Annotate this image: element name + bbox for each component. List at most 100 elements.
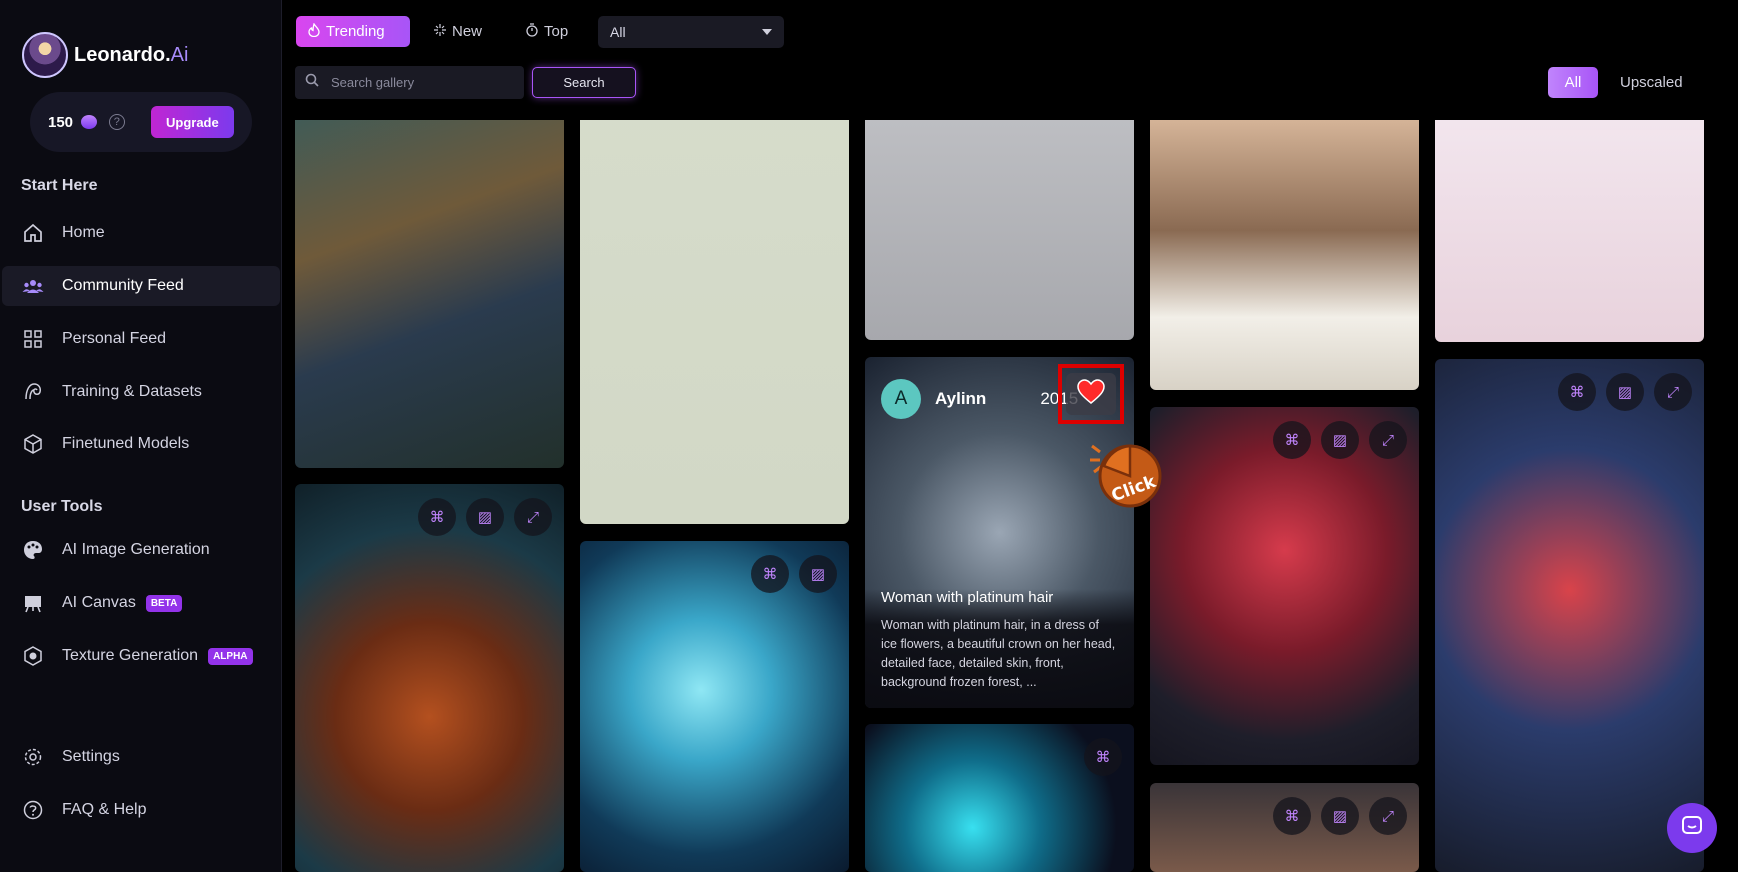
sidebar-item-label: Finetuned Models <box>62 435 190 452</box>
sidebar-item-training-datasets[interactable]: Training & Datasets <box>2 372 280 412</box>
beta-badge: BETA <box>145 594 183 612</box>
sidebar-item-label: Personal Feed <box>62 330 167 347</box>
coin-icon <box>81 115 97 129</box>
gallery-card[interactable]: ⌘ ▨ ⤢ <box>1435 359 1704 872</box>
canvas-icon <box>22 592 44 614</box>
remix-icon[interactable]: ⌘ <box>418 498 456 536</box>
category-select[interactable]: All <box>598 16 784 48</box>
community-icon <box>22 275 44 297</box>
cube-icon <box>22 433 44 455</box>
logo[interactable]: Leonardo.Ai <box>22 32 188 78</box>
top-bar: Trending New Top All Search All Upscaled <box>282 0 1738 120</box>
texture-icon <box>22 645 44 667</box>
sidebar-item-label: Home <box>62 224 105 241</box>
gallery-card[interactable]: ⌘ ▨ ⤢ <box>1150 783 1419 872</box>
sidebar-item-label: Texture Generation <box>62 647 199 664</box>
card-tools: ⌘ ▨ ⤢ <box>1273 797 1407 835</box>
slash-pattern-icon[interactable]: ▨ <box>1321 797 1359 835</box>
sidebar-item-label: Training & Datasets <box>62 383 202 400</box>
search-box <box>295 66 524 99</box>
sidebar-item-texture-generation[interactable]: Texture Generation ALPHA <box>2 636 280 676</box>
expand-icon[interactable]: ⤢ <box>1369 797 1407 835</box>
credits-panel: 150 ? Upgrade <box>30 92 252 152</box>
chevron-down-icon <box>762 29 772 35</box>
timer-icon <box>526 22 538 41</box>
card-description: Woman with platinum hair, in a dress of … <box>881 618 1116 689</box>
remix-icon[interactable]: ⌘ <box>1273 421 1311 459</box>
sidebar-item-ai-canvas[interactable]: AI Canvas BETA <box>2 583 280 623</box>
tab-label: Top <box>544 23 569 40</box>
filter-upscaled-button[interactable]: Upscaled <box>1620 74 1683 91</box>
user-name[interactable]: Aylinn <box>935 389 986 409</box>
expand-icon[interactable]: ⤢ <box>1654 373 1692 411</box>
sidebar-item-home[interactable]: Home <box>2 213 280 253</box>
tab-label: New <box>452 23 483 40</box>
sidebar-item-settings[interactable]: Settings <box>2 737 280 777</box>
sparkle-icon <box>434 23 446 40</box>
like-button-highlight[interactable] <box>1058 364 1124 424</box>
remix-icon[interactable]: ⌘ <box>1273 797 1311 835</box>
card-info: Woman with platinum hair Woman with plat… <box>865 589 1134 708</box>
gallery-card[interactable] <box>1435 100 1704 342</box>
card-tools: ⌘ <box>1084 738 1122 776</box>
card-tools: ⌘ ▨ ⤢ <box>418 498 552 536</box>
sidebar-item-label: Settings <box>62 748 120 765</box>
tab-new[interactable]: New <box>422 16 494 47</box>
click-annotation: Click <box>1090 436 1162 516</box>
card-tools: ⌘ ▨ ⤢ <box>1558 373 1692 411</box>
section-user-tools: User Tools <box>21 498 103 515</box>
slash-pattern-icon[interactable]: ▨ <box>1321 421 1359 459</box>
tab-top[interactable]: Top <box>514 16 580 47</box>
flame-icon <box>308 21 320 41</box>
credits-help-icon[interactable]: ? <box>108 114 125 130</box>
chat-button[interactable] <box>1667 803 1717 853</box>
card-tools: ⌘ ▨ ⤢ <box>1273 421 1407 459</box>
sidebar-item-personal-feed[interactable]: Personal Feed <box>2 319 280 359</box>
help-icon <box>22 799 44 821</box>
sidebar-item-label: AI Canvas <box>62 594 136 611</box>
gallery-card[interactable] <box>580 100 849 524</box>
gear-icon <box>22 746 44 768</box>
tab-label: Trending <box>326 23 385 40</box>
upgrade-button[interactable]: Upgrade <box>150 106 234 138</box>
expand-icon[interactable]: ⤢ <box>1369 421 1407 459</box>
avatar[interactable]: A <box>881 379 921 419</box>
card-title: Woman with platinum hair <box>881 589 1054 606</box>
palette-icon <box>22 539 44 561</box>
home-icon <box>22 222 44 244</box>
card-tools: ⌘ ▨ <box>751 555 837 593</box>
sidebar: Leonardo.Ai 150 ? Upgrade Start Here Hom… <box>0 0 282 872</box>
chat-icon <box>1680 814 1704 843</box>
search-button[interactable]: Search <box>532 67 636 98</box>
gallery-card[interactable]: ⌘ ▨ <box>580 541 849 872</box>
slash-pattern-icon[interactable]: ▨ <box>799 555 837 593</box>
card-user-row: A Aylinn 2015 <box>881 379 1078 419</box>
sidebar-item-community-feed[interactable]: Community Feed <box>2 266 280 306</box>
remix-icon[interactable]: ⌘ <box>1558 373 1596 411</box>
tab-trending[interactable]: Trending <box>296 16 410 47</box>
sidebar-item-finetuned-models[interactable]: Finetuned Models <box>2 424 280 464</box>
sidebar-item-ai-image-generation[interactable]: AI Image Generation <box>2 530 280 570</box>
training-icon <box>22 381 44 403</box>
gallery-card-hovered[interactable]: A Aylinn 2015 Woman with platinum hair W… <box>865 357 1134 708</box>
grid-icon <box>22 328 44 350</box>
remix-icon[interactable]: ⌘ <box>751 555 789 593</box>
filter-all-button[interactable]: All <box>1548 67 1598 98</box>
slash-pattern-icon[interactable]: ▨ <box>1606 373 1644 411</box>
logo-avatar-icon <box>22 32 68 78</box>
expand-icon[interactable]: ⤢ <box>514 498 552 536</box>
gallery-card[interactable] <box>865 100 1134 340</box>
remix-icon[interactable]: ⌘ <box>1084 738 1122 776</box>
gallery-card[interactable]: ⌘ ▨ ⤢ <box>295 484 564 872</box>
sidebar-item-faq-help[interactable]: FAQ & Help <box>2 790 280 830</box>
sidebar-item-label: Community Feed <box>62 277 184 294</box>
sidebar-item-label: AI Image Generation <box>62 541 210 558</box>
gallery-card[interactable]: ⌘ ▨ ⤢ <box>1150 407 1419 765</box>
slash-pattern-icon[interactable]: ▨ <box>466 498 504 536</box>
gallery-card[interactable] <box>295 100 564 468</box>
like-button[interactable] <box>1066 373 1116 415</box>
gallery-card[interactable] <box>1150 100 1419 390</box>
search-input[interactable] <box>329 74 509 91</box>
gallery-card[interactable]: ⌘ <box>865 724 1134 872</box>
heart-icon <box>1077 378 1105 410</box>
